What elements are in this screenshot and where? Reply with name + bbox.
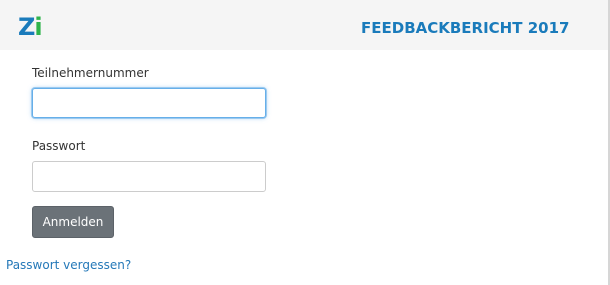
login-button[interactable]: Anmelden (32, 206, 114, 238)
report-title: FEEDBACKBERICHT 2017 (361, 19, 570, 37)
forgot-password-link[interactable]: Passwort vergessen? (6, 258, 131, 272)
zi-logo: Zi (18, 13, 43, 41)
logo-letter-i: i (34, 13, 42, 41)
login-page: Zi FEEDBACKBERICHT 2017 Teilnehmernummer… (0, 0, 610, 285)
participant-number-input[interactable] (32, 88, 266, 118)
login-form: Teilnehmernummer Passwort Anmelden Passw… (0, 50, 610, 285)
logo-letter-z: Z (18, 13, 35, 41)
password-input[interactable] (32, 161, 266, 192)
header-bar: Zi FEEDBACKBERICHT 2017 (0, 0, 610, 50)
participant-number-label: Teilnehmernummer (32, 66, 149, 80)
password-label: Passwort (32, 139, 86, 153)
